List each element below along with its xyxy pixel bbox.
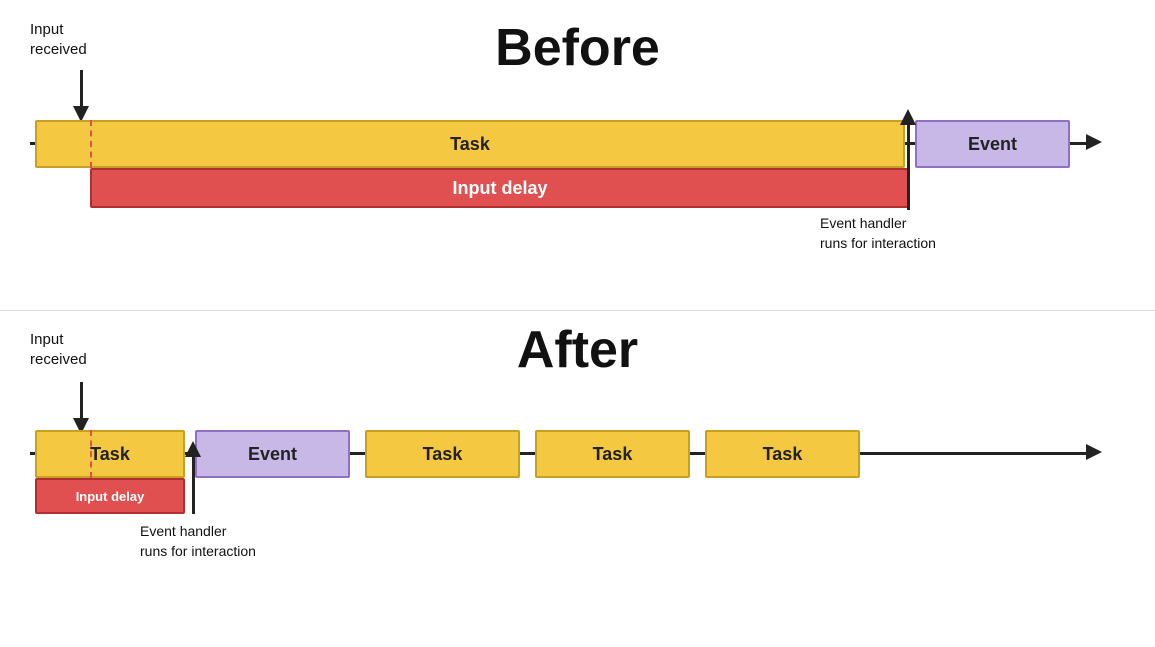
after-connector-4	[690, 452, 705, 455]
before-timeline-arrow	[1086, 134, 1102, 150]
after-task-bar-3: Task	[535, 430, 690, 478]
before-input-delay-bar: Input delay	[90, 168, 910, 208]
before-input-arrow-line	[80, 70, 83, 108]
after-timeline-arrow	[1086, 444, 1102, 460]
before-task-bar: Task	[35, 120, 905, 168]
after-title: After	[0, 320, 1155, 380]
diagram-container: Before Input received Task Input delay E…	[0, 0, 1155, 647]
after-event-handler-line	[192, 452, 195, 514]
before-event-handler-label: Event handler runs for interaction	[820, 214, 936, 253]
after-task-bar-2: Task	[365, 430, 520, 478]
before-input-received-label: Input received	[30, 20, 87, 59]
after-input-delay-bar: Input delay	[35, 478, 185, 514]
before-dashed-line	[90, 120, 92, 168]
after-input-received-label: Input received	[30, 330, 87, 369]
after-task-bar-1: Task	[35, 430, 185, 478]
after-connector-1	[185, 452, 195, 455]
after-connector-3	[520, 452, 535, 455]
after-event-handler-label: Event handler runs for interaction	[140, 522, 256, 561]
after-event-bar: Event	[195, 430, 350, 478]
after-input-arrow-line	[80, 382, 83, 420]
before-event-bar: Event	[915, 120, 1070, 168]
before-title: Before	[0, 18, 1155, 78]
after-dashed-line	[90, 430, 92, 478]
before-event-handler-line	[907, 120, 910, 210]
after-connector-2	[350, 452, 365, 455]
before-event-handler-arrow	[900, 109, 916, 125]
section-divider	[0, 310, 1155, 311]
after-task-bar-4: Task	[705, 430, 860, 478]
